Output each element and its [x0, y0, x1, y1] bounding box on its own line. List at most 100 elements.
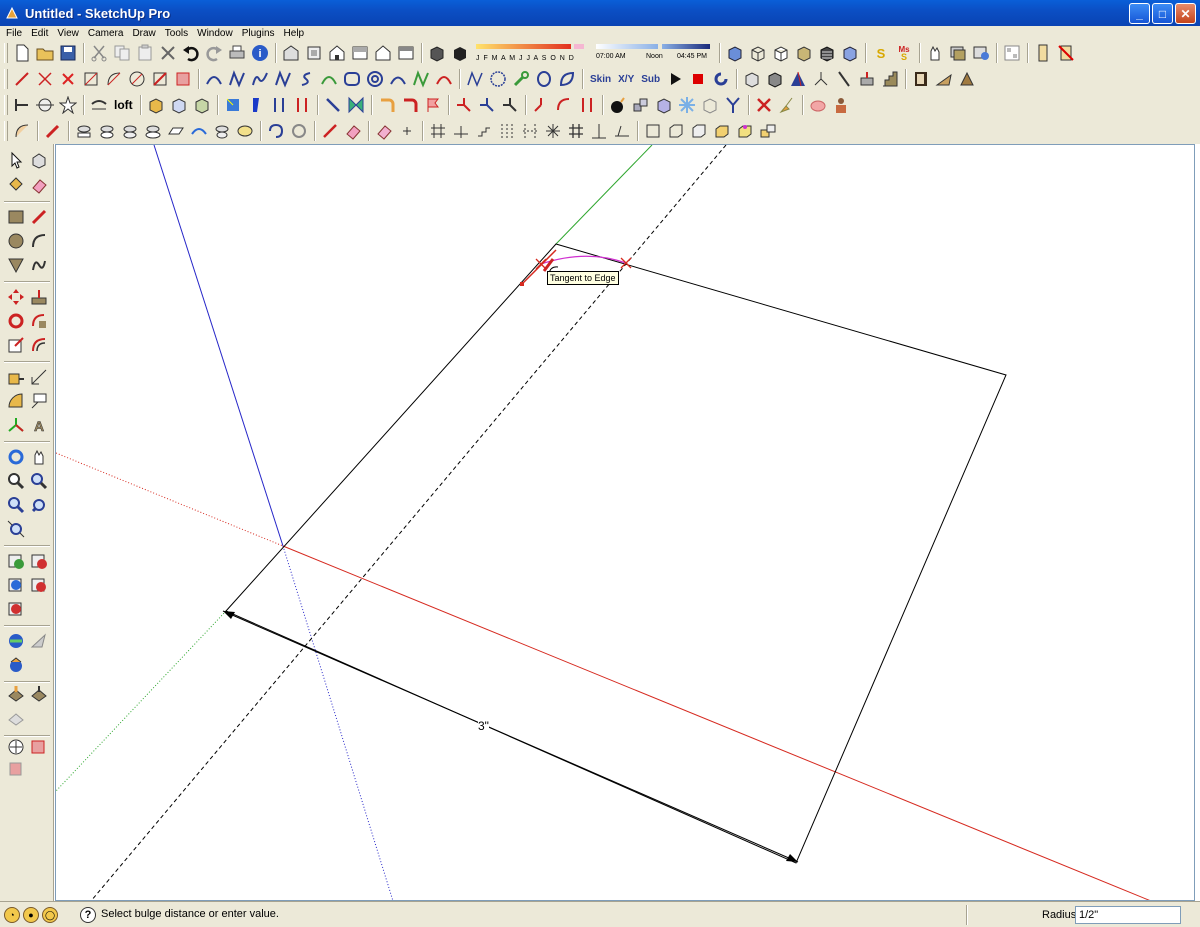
paste-icon[interactable] [134, 42, 156, 64]
plank-icon[interactable] [956, 68, 978, 90]
loft-button[interactable]: loft [111, 94, 136, 116]
blue-bar-icon[interactable] [245, 94, 267, 116]
menu-help[interactable]: Help [284, 28, 305, 39]
red-arrows-icon[interactable] [291, 94, 313, 116]
axis-gizmo-n-icon[interactable] [499, 94, 521, 116]
skin-button[interactable]: Skin [587, 68, 614, 90]
star-icon[interactable] [57, 94, 79, 116]
layers-icon[interactable] [947, 42, 969, 64]
broom-icon[interactable] [776, 94, 798, 116]
box-pink-icon[interactable] [734, 120, 756, 142]
left-view-icon[interactable] [395, 42, 417, 64]
circle-slash-icon[interactable] [103, 68, 125, 90]
refresh-icon[interactable] [710, 68, 732, 90]
select-arrow-icon[interactable] [5, 149, 27, 171]
up-down-arrows-icon[interactable] [268, 94, 290, 116]
bend-icon[interactable] [88, 94, 110, 116]
circle-icon[interactable] [5, 230, 27, 252]
shaded-style-icon[interactable] [793, 42, 815, 64]
slab-1-icon[interactable] [73, 120, 95, 142]
drawing-viewport[interactable]: Tangent to Edge 3" [55, 144, 1195, 901]
spiral-icon[interactable] [364, 68, 386, 90]
ellipse-icon[interactable] [533, 68, 555, 90]
freehand-icon[interactable] [28, 254, 50, 276]
joint-push-icon[interactable] [856, 68, 878, 90]
paint-bucket-icon[interactable] [5, 174, 27, 196]
maximize-button[interactable]: □ [1152, 3, 1173, 24]
menu-camera[interactable]: Camera [88, 28, 124, 39]
axis-gizmo-2-icon[interactable] [476, 94, 498, 116]
user-icon[interactable]: ◯ [42, 907, 58, 923]
shadow-time-widget[interactable]: J F M A M J J A S O N D 07:00 AM Noon 04… [476, 42, 712, 64]
save-icon[interactable] [57, 42, 79, 64]
xy-button[interactable]: X/Y [615, 68, 637, 90]
grid-hash-icon[interactable] [427, 120, 449, 142]
zoom-icon[interactable] [5, 470, 27, 492]
share-model-icon[interactable] [5, 598, 27, 620]
arc-red-icon[interactable] [433, 68, 455, 90]
scissors-red-icon[interactable] [753, 94, 775, 116]
bezier-n-icon[interactable] [226, 68, 248, 90]
3d-text-icon[interactable]: A [28, 414, 50, 436]
pipe-bend-icon[interactable] [376, 94, 398, 116]
section-plane-icon[interactable] [11, 94, 33, 116]
toggle-terrain-icon[interactable] [28, 550, 50, 572]
section-view-icon[interactable] [28, 736, 50, 758]
zoom-next-icon[interactable] [28, 494, 50, 516]
grid-dashes-icon[interactable] [496, 120, 518, 142]
wireframe-style-icon[interactable] [747, 42, 769, 64]
right-view-icon[interactable] [349, 42, 371, 64]
help-icon[interactable]: ? [80, 907, 96, 923]
add-location-icon[interactable] [5, 550, 27, 572]
menu-edit[interactable]: Edit [31, 28, 48, 39]
grid-plane-icon[interactable] [450, 120, 472, 142]
play-icon[interactable] [664, 68, 686, 90]
cube-blue-icon[interactable] [168, 94, 190, 116]
menu-window[interactable]: Window [197, 28, 233, 39]
axis-gizmo-icon[interactable] [453, 94, 475, 116]
sandbox-1-icon[interactable] [5, 682, 27, 704]
loop-gray-icon[interactable] [288, 120, 310, 142]
stop-icon[interactable] [687, 68, 709, 90]
pen-tool-icon[interactable] [833, 68, 855, 90]
slab-yellow-icon[interactable] [234, 120, 256, 142]
slab-2-icon[interactable] [96, 120, 118, 142]
walk-hand-icon[interactable] [924, 42, 946, 64]
sphere-tool-icon[interactable] [34, 94, 56, 116]
hidden-line-style-icon[interactable] [770, 42, 792, 64]
position-camera-icon[interactable] [5, 736, 27, 758]
fan-icon[interactable] [933, 68, 955, 90]
grid-hash-2-icon[interactable] [565, 120, 587, 142]
axes-icon[interactable] [810, 68, 832, 90]
pan-hand-icon[interactable] [28, 446, 50, 468]
shadow-toggle-icon[interactable] [426, 42, 448, 64]
box-slash-2-icon[interactable] [149, 68, 171, 90]
top-view-icon[interactable] [303, 42, 325, 64]
curve-green-icon[interactable] [318, 68, 340, 90]
geolocation-icon[interactable]: ◔ [4, 907, 20, 923]
eraser-tool-icon[interactable] [373, 120, 395, 142]
slab-5-icon[interactable] [165, 120, 187, 142]
bezier-arc-icon[interactable] [203, 68, 225, 90]
menu-tools[interactable]: Tools [165, 28, 188, 39]
dimension-plugin-icon[interactable] [1032, 42, 1054, 64]
cube-gold-icon[interactable] [145, 94, 167, 116]
curve-n-blue-icon[interactable] [464, 68, 486, 90]
wrench-icon[interactable] [510, 68, 532, 90]
scene-canvas[interactable] [55, 144, 1195, 901]
google-earth-icon[interactable] [5, 630, 27, 652]
xray-style-icon[interactable] [724, 42, 746, 64]
move-icon[interactable] [5, 286, 27, 308]
dimension-icon[interactable] [28, 366, 50, 388]
tape-measure-icon[interactable] [5, 366, 27, 388]
cube-pattern-icon[interactable] [764, 68, 786, 90]
print-icon[interactable] [226, 42, 248, 64]
pyramid-icon[interactable] [787, 68, 809, 90]
minimize-button[interactable]: _ [1129, 3, 1150, 24]
credits-icon[interactable]: ● [23, 907, 39, 923]
menu-view[interactable]: View [57, 28, 79, 39]
cross-line-icon[interactable] [34, 68, 56, 90]
pencil-line-icon[interactable] [28, 206, 50, 228]
flag-icon[interactable] [422, 94, 444, 116]
extrude-cube-icon[interactable] [222, 94, 244, 116]
